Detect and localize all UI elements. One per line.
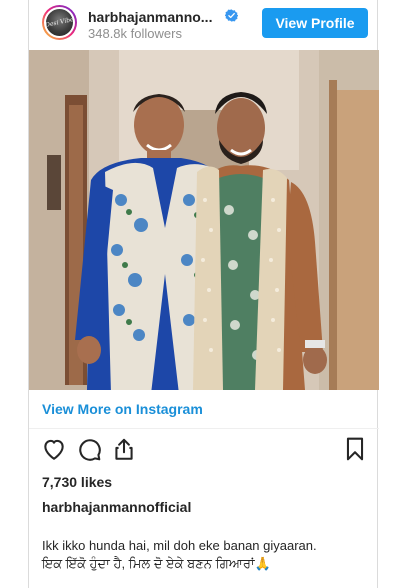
view-profile-button[interactable]: View Profile: [262, 8, 368, 38]
divider: [29, 428, 379, 429]
view-more-on-instagram-link[interactable]: View More on Instagram: [42, 401, 203, 417]
avatar[interactable]: Desi Vibe: [42, 5, 77, 40]
heart-icon[interactable]: [41, 436, 67, 462]
comment-icon[interactable]: [76, 436, 102, 462]
post-actions: [29, 436, 379, 466]
verified-badge-icon: [225, 9, 238, 22]
avatar-image: Desi Vibe: [46, 9, 73, 36]
post-owner-username[interactable]: harbhajanmannofficial: [42, 499, 191, 515]
avatar-logo-text: Desi Vibe: [46, 16, 73, 29]
caption-line-punjabi: ਇਕ ਇੱਕੋ ਹੁੰਦਾ ਹੈ, ਮਿਲ ਦੋ ਏਕੇ ਬਣਨ ਗਿਆਰਾਂ🙏: [42, 556, 271, 571]
share-icon[interactable]: [111, 436, 137, 462]
bookmark-icon[interactable]: [342, 436, 368, 462]
post-caption: Ikk ikko hunda hai, mil doh eke banan gi…: [42, 537, 372, 573]
caption-line-english: Ikk ikko hunda hai, mil doh eke banan gi…: [42, 538, 317, 553]
username[interactable]: harbhajanmanno...: [88, 9, 212, 25]
like-count[interactable]: 7,730 likes: [42, 474, 112, 490]
photo-illustration: [29, 50, 379, 390]
post-header: Desi Vibe harbhajanmanno... 348.8k follo…: [29, 0, 379, 50]
follower-count: 348.8k followers: [88, 26, 182, 41]
post-photo[interactable]: [29, 50, 379, 390]
instagram-embed-card: Desi Vibe harbhajanmanno... 348.8k follo…: [28, 0, 379, 588]
